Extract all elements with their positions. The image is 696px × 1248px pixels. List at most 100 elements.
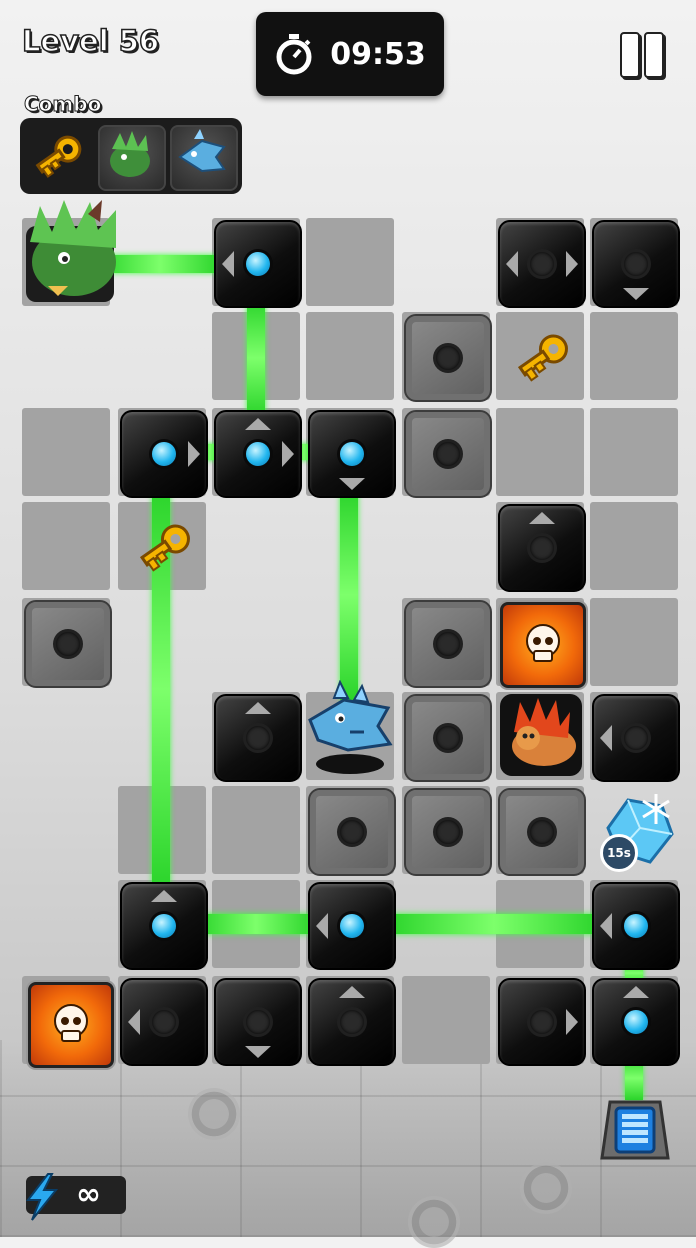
gray-block[interactable] bbox=[404, 694, 492, 782]
arrow-left-icon bbox=[128, 1009, 140, 1035]
arrow-right-icon bbox=[566, 1009, 578, 1035]
lava-skull-block bbox=[28, 982, 114, 1068]
skull-icon bbox=[54, 1004, 88, 1042]
arrow-up-icon bbox=[529, 512, 555, 524]
floor-disc bbox=[188, 1088, 240, 1140]
energy-orb bbox=[152, 442, 176, 466]
arrow-down-icon bbox=[623, 288, 649, 300]
pause-bar bbox=[620, 32, 640, 78]
socket bbox=[530, 1010, 554, 1034]
arrow-right-icon bbox=[282, 441, 294, 467]
gray-block[interactable] bbox=[498, 788, 586, 876]
gray-block[interactable] bbox=[404, 314, 492, 402]
board-cell bbox=[402, 976, 490, 1064]
arrow-block[interactable] bbox=[214, 694, 302, 782]
arrow-block[interactable] bbox=[120, 410, 208, 498]
gray-block[interactable] bbox=[404, 788, 492, 876]
arrow-right-icon bbox=[188, 441, 200, 467]
stopwatch-icon bbox=[276, 34, 312, 75]
energy-orb bbox=[340, 914, 364, 938]
board-cell bbox=[590, 312, 678, 400]
lightning-icon bbox=[25, 1173, 59, 1221]
socket bbox=[530, 820, 554, 844]
energy-orb bbox=[152, 914, 176, 938]
arrow-block[interactable] bbox=[214, 220, 302, 308]
green-dragon-icon bbox=[110, 131, 150, 177]
gray-block[interactable] bbox=[308, 788, 396, 876]
socket bbox=[152, 1010, 176, 1034]
socket bbox=[436, 726, 460, 750]
arrow-up-icon bbox=[245, 418, 271, 430]
socket bbox=[624, 726, 648, 750]
arrow-block[interactable] bbox=[120, 882, 208, 970]
key-icon[interactable] bbox=[506, 324, 578, 390]
energy-orb bbox=[246, 252, 270, 276]
arrow-up-icon bbox=[151, 890, 177, 902]
arrow-block[interactable] bbox=[592, 694, 680, 782]
arrow-block[interactable] bbox=[592, 220, 680, 308]
arrow-down-icon bbox=[339, 478, 365, 490]
energy-orb bbox=[340, 442, 364, 466]
arrow-block[interactable] bbox=[214, 410, 302, 498]
board-cell bbox=[590, 502, 678, 590]
gray-block[interactable] bbox=[404, 410, 492, 498]
arrow-block[interactable] bbox=[592, 978, 680, 1066]
socket bbox=[56, 632, 80, 656]
green-dragon-monster[interactable] bbox=[18, 196, 130, 306]
blue-fish-monster[interactable] bbox=[304, 680, 398, 778]
key-icon bbox=[35, 135, 82, 178]
board-cell bbox=[22, 408, 110, 496]
socket bbox=[530, 252, 554, 276]
combo-label: Combo bbox=[23, 92, 102, 117]
arrow-left-icon bbox=[600, 913, 612, 939]
energy-beam bbox=[247, 300, 265, 416]
combo-slot bbox=[170, 125, 238, 191]
energy-orb bbox=[246, 442, 270, 466]
arrow-block[interactable] bbox=[498, 504, 586, 592]
energy-value: ∞ bbox=[76, 1177, 101, 1212]
socket bbox=[340, 820, 364, 844]
freeze-timer-badge: 15s bbox=[600, 834, 638, 872]
arrow-up-icon bbox=[623, 986, 649, 998]
board-cell bbox=[212, 786, 300, 874]
energy-beam bbox=[198, 914, 314, 934]
fire-lion-monster[interactable] bbox=[498, 692, 586, 778]
arrow-block[interactable] bbox=[592, 882, 680, 970]
combo-slot bbox=[26, 125, 90, 187]
skull-icon bbox=[526, 624, 560, 662]
arrow-block[interactable] bbox=[308, 978, 396, 1066]
gray-block[interactable] bbox=[24, 600, 112, 688]
arrow-block[interactable] bbox=[308, 410, 396, 498]
arrow-down-icon bbox=[245, 1046, 271, 1058]
arrow-block[interactable] bbox=[498, 978, 586, 1066]
floor-disc bbox=[408, 1196, 460, 1248]
floor-disc bbox=[520, 1162, 572, 1214]
battery-goal bbox=[598, 1098, 672, 1164]
arrow-block[interactable] bbox=[214, 978, 302, 1066]
arrow-block[interactable] bbox=[120, 978, 208, 1066]
blue-fish-monster-icon bbox=[178, 129, 226, 173]
gray-block[interactable] bbox=[404, 600, 492, 688]
arrow-block[interactable] bbox=[498, 220, 586, 308]
board-cell bbox=[306, 312, 394, 400]
arrow-left-icon bbox=[506, 251, 518, 277]
level-label: Level 56 bbox=[21, 23, 160, 59]
battery-icon bbox=[600, 1100, 670, 1160]
energy-beam bbox=[388, 914, 600, 934]
arrow-up-icon bbox=[245, 702, 271, 714]
pause-bar bbox=[644, 32, 664, 78]
socket bbox=[246, 726, 270, 750]
socket bbox=[436, 632, 460, 656]
socket bbox=[530, 536, 554, 560]
pause-button[interactable] bbox=[618, 32, 664, 78]
arrow-up-icon bbox=[339, 986, 365, 998]
socket bbox=[436, 820, 460, 844]
board-cell bbox=[590, 408, 678, 496]
arrow-left-icon bbox=[222, 251, 234, 277]
timer-panel: 09:53 bbox=[256, 12, 444, 96]
arrow-block[interactable] bbox=[308, 882, 396, 970]
freeze-powerup[interactable]: 15s bbox=[598, 788, 682, 872]
timer-text: 09:53 bbox=[330, 36, 426, 72]
key-icon[interactable] bbox=[128, 514, 200, 580]
combo-panel bbox=[20, 118, 242, 194]
